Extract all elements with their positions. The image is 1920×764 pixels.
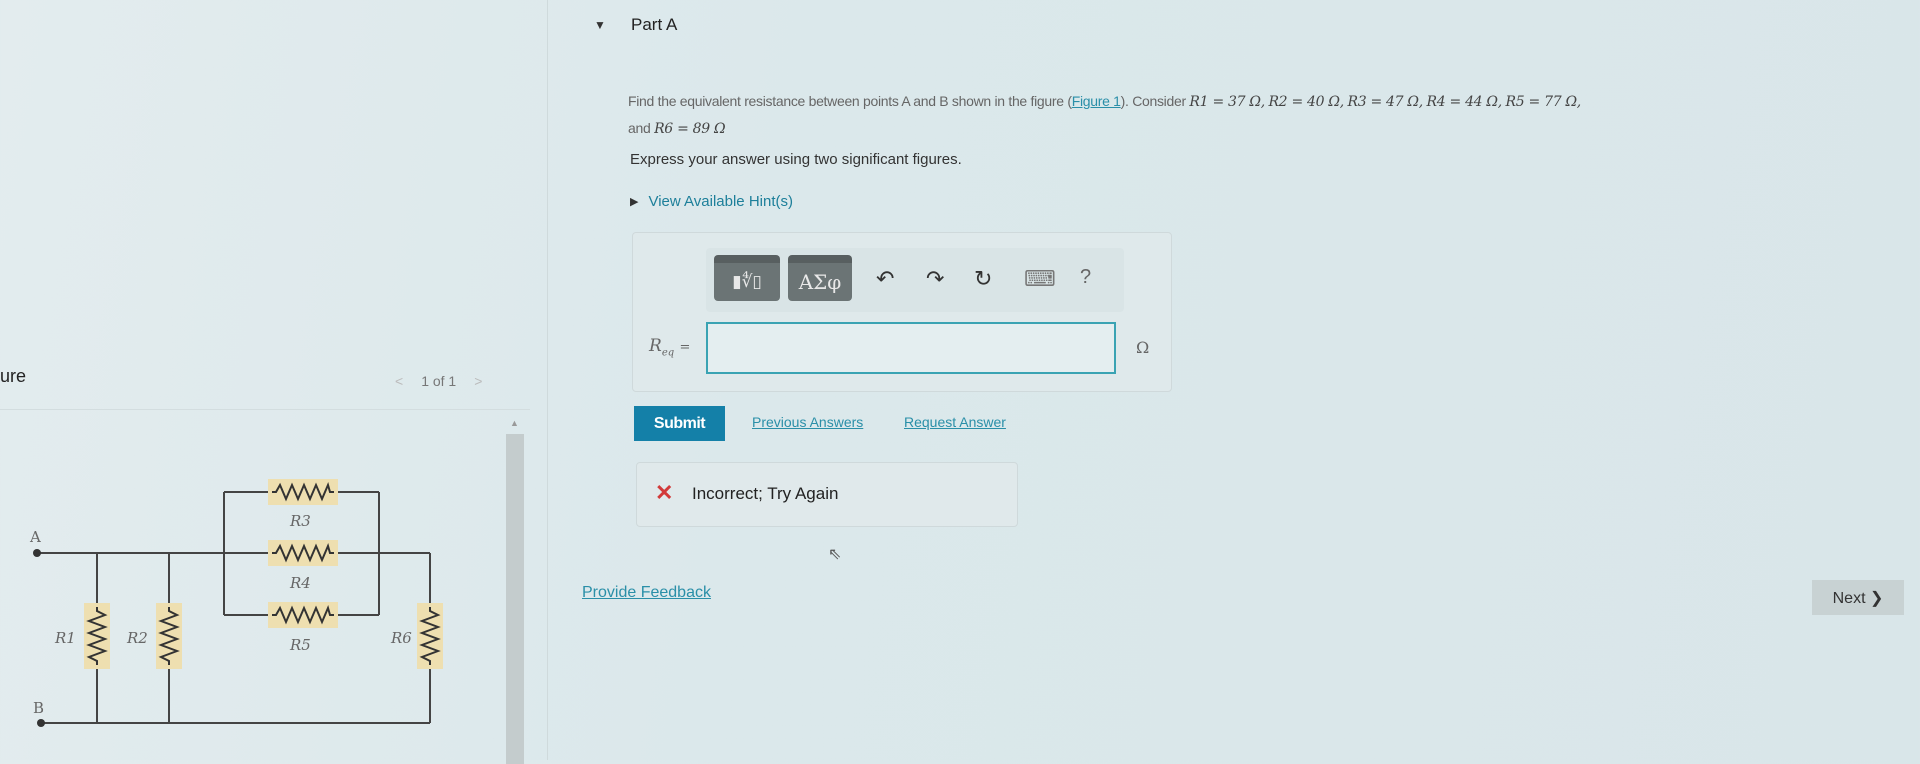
hint-label: View Available Hint(s) xyxy=(648,193,793,210)
incorrect-x-icon: ✕ xyxy=(655,480,674,505)
r2-label: R2 xyxy=(126,629,148,647)
r5-label: R5 xyxy=(289,636,311,654)
view-hints-toggle[interactable]: ▶ View Available Hint(s) xyxy=(630,193,793,210)
figure-header-line xyxy=(0,409,530,410)
scroll-up-arrow-icon[interactable]: ▲ xyxy=(510,418,519,428)
resistor-r4 xyxy=(268,540,338,566)
symbols-button[interactable]: ΑΣφ xyxy=(788,255,852,301)
figure-scrollbar[interactable] xyxy=(506,434,524,764)
feedback-text: Incorrect; Try Again xyxy=(692,484,839,503)
resistor-r5 xyxy=(268,602,338,628)
answer-label: Req = xyxy=(649,336,691,359)
templates-button[interactable]: ▮∜▯ xyxy=(714,255,780,301)
resistor-r6 xyxy=(417,603,443,669)
problem-text-consider: ). Consider xyxy=(1120,93,1186,109)
node-b-label: B xyxy=(33,699,44,717)
request-answer-link[interactable]: Request Answer xyxy=(904,414,1006,430)
resistor-r3 xyxy=(268,479,338,505)
value-r1: R1 = 37 Ω, xyxy=(1189,94,1265,110)
circuit-diagram: A B R1 R2 R3 R4 R5 R6 xyxy=(29,479,443,727)
node-a-label: A xyxy=(29,528,41,546)
redo-icon[interactable]: ↷ xyxy=(926,266,944,292)
prev-figure-button[interactable]: < xyxy=(395,373,403,389)
node-a-terminal xyxy=(33,549,41,557)
resistor-r2 xyxy=(156,603,182,669)
panel-divider xyxy=(547,0,548,760)
figure-link[interactable]: Figure 1 xyxy=(1072,93,1121,109)
keyboard-icon[interactable]: ⌨ xyxy=(1024,266,1056,292)
problem-statement: Find the equivalent resistance between p… xyxy=(628,88,1908,142)
expand-triangle-icon: ▶ xyxy=(630,196,639,208)
next-button[interactable]: Next ❯ xyxy=(1812,580,1904,615)
r1-label: R1 xyxy=(54,629,76,647)
figure-pager: < 1 of 1 > xyxy=(395,373,482,389)
value-r2: R2 = 40 Ω, xyxy=(1268,94,1344,110)
part-title[interactable]: Part A xyxy=(631,15,677,35)
value-r4: R4 = 44 Ω, xyxy=(1426,94,1502,110)
submit-button[interactable]: Submit xyxy=(634,406,725,441)
previous-answers-link[interactable]: Previous Answers xyxy=(752,414,863,430)
resistor-r1 xyxy=(84,603,110,669)
reset-icon[interactable]: ↻ xyxy=(974,266,992,292)
value-r6: R6 = 89 Ω xyxy=(654,121,726,137)
problem-text: Find the equivalent resistance between p… xyxy=(628,93,1072,109)
help-icon[interactable]: ? xyxy=(1080,266,1091,289)
collapse-part-icon[interactable]: ▼ xyxy=(594,18,606,32)
unit-label: Ω xyxy=(1136,338,1150,357)
figure-title: ure xyxy=(0,366,27,386)
value-r3: R3 = 47 Ω, xyxy=(1347,94,1423,110)
figure-page-count: 1 of 1 xyxy=(421,373,457,389)
undo-icon[interactable]: ↶ xyxy=(876,266,894,292)
provide-feedback-link[interactable]: Provide Feedback xyxy=(582,584,711,602)
mouse-cursor-icon: ⇖ xyxy=(828,546,842,563)
r3-label: R3 xyxy=(289,512,311,530)
node-b-terminal xyxy=(37,719,45,727)
instruction-text: Express your answer using two significan… xyxy=(630,151,962,168)
next-figure-button[interactable]: > xyxy=(474,373,482,389)
r4-label: R4 xyxy=(289,574,311,592)
answer-input[interactable] xyxy=(706,322,1116,374)
value-r5: R5 = 77 Ω, xyxy=(1505,94,1581,110)
r6-label: R6 xyxy=(390,629,412,647)
problem-and: and xyxy=(628,120,651,136)
